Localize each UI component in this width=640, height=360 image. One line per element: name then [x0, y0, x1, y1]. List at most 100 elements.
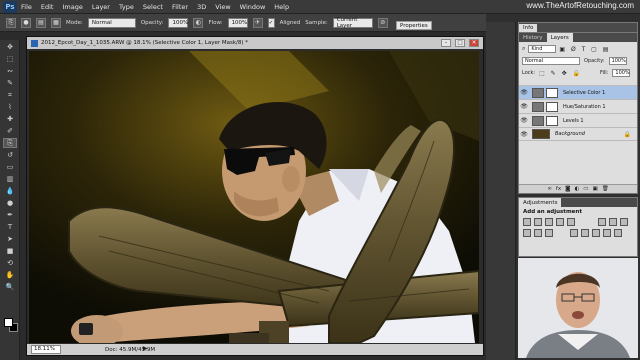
blur-tool-icon[interactable]: 💧 — [3, 186, 17, 196]
3d-rotate-tool-icon[interactable]: ⟲ — [3, 258, 17, 268]
visibility-eye-icon[interactable]: 👁 — [519, 129, 529, 139]
gradient-map-icon[interactable] — [603, 229, 611, 237]
dodge-tool-icon[interactable]: ● — [3, 198, 17, 208]
new-group-icon[interactable]: ▭ — [583, 186, 588, 192]
document-titlebar[interactable]: 2012_Epcot_Day_1_1035.ARW @ 18.1% (Selec… — [27, 37, 483, 49]
pen-tool-icon[interactable]: ✒ — [3, 210, 17, 220]
healing-brush-tool-icon[interactable]: ✚ — [3, 114, 17, 124]
gradient-tool-icon[interactable]: ▥ — [3, 174, 17, 184]
aligned-checkbox[interactable]: ✓ — [267, 17, 275, 28]
path-select-tool-icon[interactable]: ➤ — [3, 234, 17, 244]
visibility-eye-icon[interactable]: 👁 — [519, 102, 529, 112]
layer-row-hue-saturation[interactable]: 👁 Hue/Saturation 1 — [519, 99, 637, 113]
status-menu-arrow-icon[interactable]: ▶ — [143, 345, 148, 352]
menu-3d[interactable]: 3D — [197, 3, 206, 11]
sample-select[interactable]: Current Layer — [332, 17, 373, 29]
layer-opacity-input[interactable]: 100% — [608, 57, 627, 65]
photo-filter-icon[interactable] — [523, 229, 531, 237]
posterize-icon[interactable] — [581, 229, 589, 237]
exposure-icon[interactable] — [556, 218, 564, 226]
maximize-button[interactable]: □ — [455, 39, 465, 47]
marquee-tool-icon[interactable]: ⬚ — [3, 54, 17, 64]
flow-label: Flow: — [208, 19, 223, 26]
menu-filter[interactable]: Filter — [172, 3, 188, 11]
brush-panel-toggle-icon[interactable]: ▤ — [36, 17, 46, 28]
menu-file[interactable]: File — [21, 3, 32, 11]
selective-color-icon[interactable] — [614, 229, 622, 237]
pressure-opacity-icon[interactable]: ◐ — [193, 17, 204, 28]
mode-label: Mode: — [66, 19, 83, 26]
tab-history[interactable]: History — [519, 33, 547, 42]
layer-row-background[interactable]: 👁 Background 🔒 — [519, 127, 637, 141]
properties-button[interactable]: Properties — [396, 21, 432, 30]
channel-mixer-icon[interactable] — [534, 229, 542, 237]
blend-mode-select[interactable]: Normal — [522, 57, 580, 65]
layer-style-icon[interactable]: fx — [556, 186, 561, 192]
brush-tool-icon[interactable]: ✐ — [3, 126, 17, 136]
history-brush-tool-icon[interactable]: ↺ — [3, 150, 17, 160]
new-layer-icon[interactable]: ▣ — [592, 186, 597, 192]
invert-icon[interactable] — [570, 229, 578, 237]
fill-input[interactable]: 100% — [612, 69, 631, 77]
clone-stamp-tool-icon[interactable]: ⎘ — [3, 138, 17, 148]
visibility-eye-icon[interactable]: 👁 — [519, 116, 529, 126]
black-white-icon[interactable] — [620, 218, 628, 226]
hand-tool-icon[interactable]: ✋ — [3, 270, 17, 280]
clone-source-panel-icon[interactable]: ▦ — [51, 17, 61, 28]
flow-input[interactable]: 100% — [227, 17, 248, 28]
crop-tool-icon[interactable]: ⌗ — [3, 90, 17, 100]
levels-icon[interactable] — [534, 218, 542, 226]
menu-window[interactable]: Window — [240, 3, 266, 11]
close-button[interactable]: ✕ — [469, 39, 479, 47]
visibility-eye-icon[interactable]: 👁 — [519, 88, 529, 98]
lock-icon: 🔒 — [623, 130, 631, 138]
threshold-icon[interactable] — [592, 229, 600, 237]
zoom-level-input[interactable]: 18.11% — [31, 345, 61, 354]
move-tool-icon[interactable]: ✥ — [3, 42, 17, 52]
layer-mask-thumb[interactable] — [546, 87, 558, 98]
menu-select[interactable]: Select — [143, 3, 163, 11]
eyedropper-tool-icon[interactable]: ⌇ — [3, 102, 17, 112]
color-lookup-icon[interactable] — [545, 229, 553, 237]
vibrance-icon[interactable] — [567, 218, 575, 226]
eraser-tool-icon[interactable]: ▭ — [3, 162, 17, 172]
layer-row-levels[interactable]: 👁 Levels 1 — [519, 113, 637, 127]
image-canvas[interactable] — [29, 51, 479, 343]
lasso-tool-icon[interactable]: ∾ — [3, 66, 17, 76]
opacity-input[interactable]: 100% — [168, 17, 189, 28]
hue-saturation-icon[interactable] — [598, 218, 606, 226]
add-mask-icon[interactable]: ◙ — [565, 186, 570, 192]
quick-select-tool-icon[interactable]: ✎ — [3, 78, 17, 88]
layer-mask-thumb[interactable] — [546, 115, 558, 126]
type-tool-icon[interactable]: T — [3, 222, 17, 232]
mode-select[interactable]: Normal — [87, 17, 136, 28]
clone-stamp-tool-icon[interactable]: ⎘ — [6, 17, 16, 28]
color-balance-icon[interactable] — [609, 218, 617, 226]
layer-mask-thumb[interactable] — [546, 101, 558, 112]
tab-layers[interactable]: Layers — [546, 33, 573, 42]
ignore-adjustment-layers-icon[interactable]: ⊘ — [377, 17, 388, 28]
new-adjustment-icon[interactable]: ◐ — [574, 186, 579, 192]
link-layers-icon[interactable]: ∞ — [547, 186, 552, 192]
document-status-bar: 18.11% Doc: 45.9M/45.9M ▶ — [27, 344, 483, 355]
rectangle-tool-icon[interactable]: ■ — [3, 246, 17, 256]
brightness-contrast-icon[interactable] — [523, 218, 531, 226]
tab-adjustments[interactable]: Adjustments — [519, 198, 562, 207]
menu-type[interactable]: Type — [119, 3, 134, 11]
menu-help[interactable]: Help — [274, 3, 289, 11]
brush-preset-icon[interactable]: ● — [21, 17, 31, 28]
lock-icons[interactable]: ⬚ ✎ ✥ 🔒 — [539, 70, 582, 77]
airbrush-icon[interactable]: ✈ — [252, 17, 263, 28]
layer-row-selective-color[interactable]: 👁 Selective Color 1 — [519, 85, 637, 99]
foreground-color-swatch[interactable] — [4, 318, 13, 327]
filter-kind-select[interactable]: Kind — [528, 45, 557, 53]
delete-layer-icon[interactable]: 🗑 — [602, 186, 609, 192]
menu-edit[interactable]: Edit — [41, 3, 54, 11]
minimize-button[interactable]: – — [441, 39, 451, 47]
menu-view[interactable]: View — [215, 3, 230, 11]
filter-icons[interactable]: ▣ Ø T ▢ ▤ — [559, 46, 610, 53]
zoom-tool-icon[interactable]: 🔍 — [3, 282, 17, 292]
curves-icon[interactable] — [545, 218, 553, 226]
menu-image[interactable]: Image — [62, 3, 82, 11]
menu-layer[interactable]: Layer — [92, 3, 110, 11]
